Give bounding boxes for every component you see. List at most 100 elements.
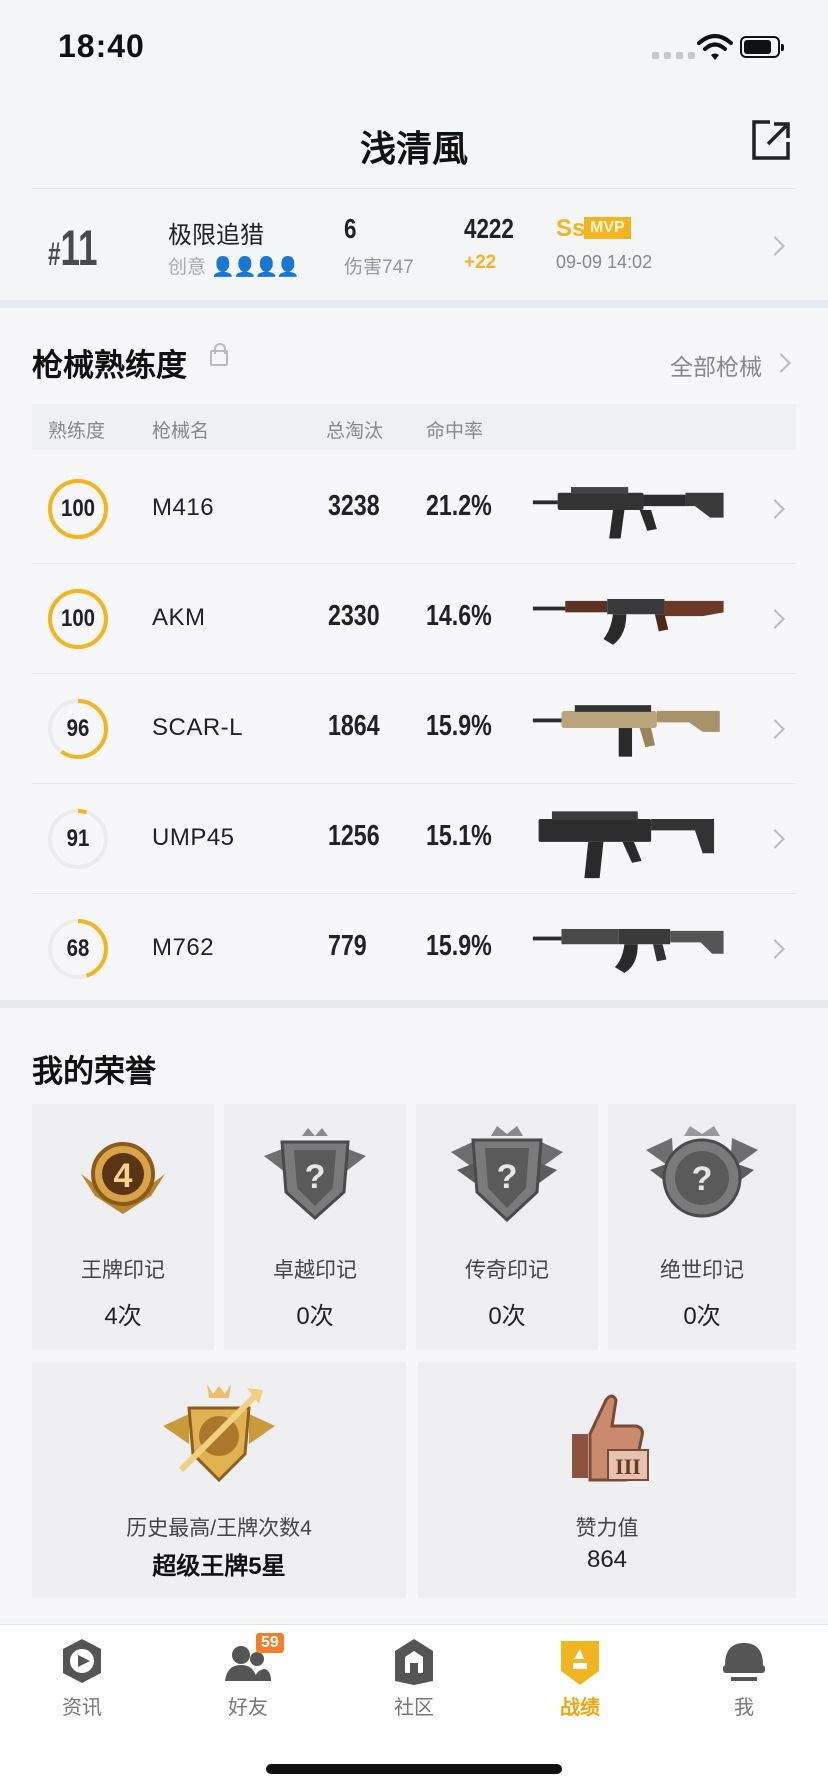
mastery-level: 96 — [66, 715, 90, 742]
mastery-ring: 68 — [46, 917, 110, 981]
share-icon[interactable] — [748, 118, 792, 162]
col-weapon-name: 枪械名 — [152, 421, 210, 442]
page-title: 浅清風 — [359, 128, 468, 169]
likes-value: 864 — [586, 1546, 628, 1573]
honor-mark-legend[interactable]: ? 传奇印记 0次 — [416, 1104, 598, 1350]
weapon-row[interactable]: 100 AKM 2330 14.6% — [32, 564, 796, 674]
battery-icon — [740, 36, 784, 58]
chevron-right-icon — [765, 236, 785, 256]
recent-match-card[interactable]: #11 极限追猎 创意 👤👤👤👤 6 伤害747 4222 +22 Ss MVP… — [32, 188, 796, 300]
mastery-level: 91 — [66, 825, 90, 852]
honor-count: 0次 — [683, 1303, 721, 1330]
weapon-row[interactable]: 91 UMP45 1256 15.1% — [32, 784, 796, 894]
all-weapons-link[interactable]: 全部枪械 — [670, 348, 762, 382]
honor-label: 王牌印记 — [81, 1259, 165, 1282]
col-kills: 总淘汰 — [326, 421, 384, 442]
weapon-row[interactable]: 100 M416 3238 21.2% — [32, 454, 796, 564]
weapon-row[interactable]: 68 M762 779 15.9% — [32, 894, 796, 1004]
chevron-right-icon — [765, 939, 785, 959]
honors-title: 我的荣誉 — [32, 1054, 156, 1089]
mastery-ring: 100 — [46, 477, 110, 541]
likes-label: 赞力值 — [575, 1517, 639, 1540]
mvp-badge: MVP — [584, 217, 631, 239]
weapon-kills: 1864 — [328, 710, 380, 742]
tab-community[interactable]: 社区 — [364, 1637, 464, 1727]
section-divider — [0, 1000, 828, 1008]
svg-text:?: ? — [692, 1160, 713, 1198]
header: 浅清風 — [0, 96, 828, 186]
weapon-accuracy: 14.6% — [426, 600, 492, 632]
tab-stats[interactable]: 战绩 — [530, 1637, 630, 1727]
chevron-right-icon — [771, 353, 791, 373]
honors-section: 我的荣誉 4 王牌印记 4次 ? 卓越印记 0次 ? 传奇印记 0次 ? 绝世印… — [0, 1008, 828, 1618]
tab-label: 好友 — [228, 1697, 268, 1719]
weapons-title: 枪械熟练度 — [32, 348, 187, 383]
tab-profile[interactable]: 我 — [694, 1637, 794, 1727]
weapon-image — [538, 811, 715, 879]
weapon-image — [532, 705, 720, 757]
friends-count-badge: 59 — [256, 1633, 284, 1653]
wifi-icon — [697, 34, 733, 60]
mastery-ring: 100 — [46, 587, 110, 651]
svg-text:?: ? — [497, 1158, 518, 1196]
weapon-name: SCAR-L — [152, 714, 244, 741]
honor-count: 4次 — [104, 1303, 142, 1330]
weapon-name: UMP45 — [152, 824, 235, 851]
legend-mark-icon: ? — [451, 1126, 563, 1223]
community-icon — [395, 1639, 433, 1685]
weapon-image — [532, 928, 724, 973]
match-score-delta: +22 — [464, 252, 497, 273]
tab-label: 资讯 — [62, 1697, 102, 1719]
section-divider — [0, 300, 828, 308]
match-score: 4222 — [464, 213, 514, 244]
tab-friends[interactable]: 59 好友 — [198, 1633, 298, 1727]
weapon-kills: 779 — [328, 930, 367, 962]
highest-tier-value: 超级王牌5星 — [152, 1553, 286, 1580]
news-icon — [63, 1639, 101, 1683]
svg-text:4: 4 — [114, 1157, 133, 1195]
mastery-level: 100 — [60, 605, 96, 632]
match-submode: 创意 👤👤👤👤 — [168, 257, 300, 278]
tab-label: 社区 — [394, 1697, 434, 1719]
lock-icon — [210, 343, 228, 366]
stats-icon — [561, 1641, 599, 1685]
profile-icon — [723, 1643, 765, 1681]
weapon-accuracy: 21.2% — [426, 490, 492, 522]
match-mode: 极限追猎 — [168, 222, 264, 249]
col-accuracy: 命中率 — [426, 421, 484, 442]
honor-label: 卓越印记 — [273, 1259, 357, 1282]
weapon-kills: 1256 — [328, 820, 380, 852]
weapon-name: AKM — [152, 604, 206, 631]
honor-count: 0次 — [296, 1303, 334, 1330]
chevron-right-icon — [765, 609, 785, 629]
honor-mark-excellent[interactable]: ? 卓越印记 0次 — [224, 1104, 406, 1350]
weapon-row[interactable]: 96 SCAR-L 1864 15.9% — [32, 674, 796, 784]
status-bar: 18:40 — [0, 0, 828, 96]
highest-tier-label: 历史最高/王牌次数4 — [126, 1517, 312, 1540]
weapon-accuracy: 15.1% — [426, 820, 492, 852]
honor-mark-peerless[interactable]: ? 绝世印记 0次 — [608, 1104, 796, 1350]
match-grade: Ss — [556, 215, 586, 242]
honor-count: 0次 — [488, 1303, 526, 1330]
thumbs-up-icon: III — [572, 1394, 649, 1482]
match-time: 09-09 14:02 — [556, 252, 653, 272]
match-kills: 6 — [344, 213, 357, 244]
chevron-right-icon — [765, 499, 785, 519]
svg-text:III: III — [615, 1454, 641, 1479]
weapon-name: M762 — [152, 934, 215, 961]
mastery-ring: 91 — [46, 807, 110, 871]
tab-label: 战绩 — [560, 1697, 600, 1719]
likes-card[interactable]: III 赞力值 864 — [418, 1362, 796, 1598]
tab-news[interactable]: 资讯 — [32, 1637, 132, 1727]
svg-text:?: ? — [305, 1158, 326, 1196]
excellent-mark-icon: ? — [264, 1128, 366, 1221]
col-mastery: 熟练度 — [48, 421, 106, 442]
weapon-kills: 3238 — [328, 490, 380, 522]
highest-tier-card[interactable]: 历史最高/王牌次数4 超级王牌5星 — [32, 1362, 406, 1598]
weapon-kills: 2330 — [328, 600, 380, 632]
honor-label: 传奇印记 — [465, 1259, 549, 1282]
weapons-table-header: 熟练度 枪械名 总淘汰 命中率 — [32, 404, 796, 450]
ace-tier-emblem-icon — [163, 1384, 275, 1483]
weapon-accuracy: 15.9% — [426, 710, 492, 742]
honor-mark-ace[interactable]: 4 王牌印记 4次 — [32, 1104, 214, 1350]
